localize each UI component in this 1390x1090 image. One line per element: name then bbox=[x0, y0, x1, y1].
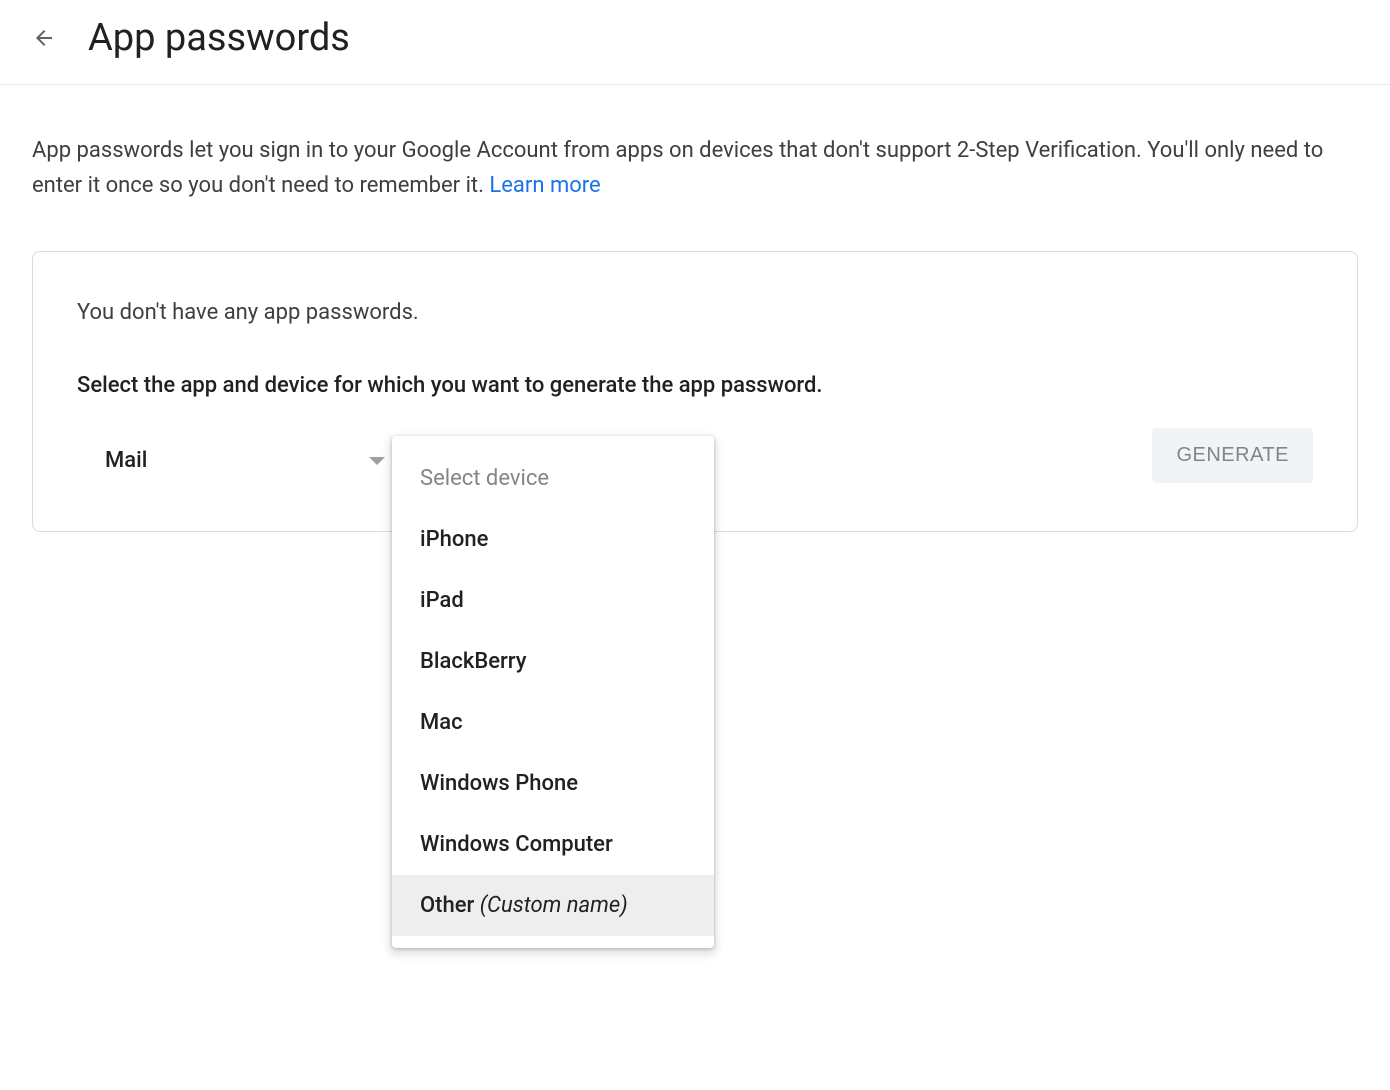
device-option[interactable]: BlackBerry bbox=[392, 631, 714, 692]
device-option-label: Windows Computer bbox=[420, 832, 613, 857]
page-title: App passwords bbox=[88, 16, 350, 60]
device-option[interactable]: Windows Phone bbox=[392, 753, 714, 814]
device-option-label: iPhone bbox=[420, 527, 488, 552]
back-arrow-icon[interactable] bbox=[32, 26, 56, 50]
description-body: App passwords let you sign in to your Go… bbox=[32, 138, 1323, 198]
app-select-value: Mail bbox=[105, 448, 147, 473]
description-text: App passwords let you sign in to your Go… bbox=[32, 133, 1358, 203]
device-option-suffix: (Custom name) bbox=[480, 893, 628, 918]
chevron-down-icon bbox=[369, 457, 385, 465]
no-passwords-text: You don't have any app passwords. bbox=[77, 300, 1313, 325]
device-dropdown-placeholder: Select device bbox=[392, 448, 714, 509]
device-option[interactable]: Other (Custom name) bbox=[392, 875, 714, 936]
device-option[interactable]: iPad bbox=[392, 570, 714, 631]
device-option-label: BlackBerry bbox=[420, 649, 527, 674]
device-option[interactable]: Mac bbox=[392, 692, 714, 753]
device-option-label: Mac bbox=[420, 710, 463, 735]
device-option-label: iPad bbox=[420, 588, 464, 613]
page-header: App passwords bbox=[0, 0, 1390, 85]
device-option[interactable]: iPhone bbox=[392, 509, 714, 570]
learn-more-link[interactable]: Learn more bbox=[489, 173, 600, 198]
select-app-dropdown[interactable]: Mail bbox=[105, 438, 385, 483]
select-device-dropdown-menu: Select device iPhone iPad BlackBerry Mac Win… bbox=[392, 436, 714, 948]
device-option[interactable]: Windows Computer bbox=[392, 814, 714, 875]
instruction-text: Select the app and device for which you … bbox=[77, 373, 1313, 398]
device-option-label: Other bbox=[420, 893, 480, 918]
generate-button[interactable]: GENERATE bbox=[1152, 428, 1313, 483]
device-option-label: Windows Phone bbox=[420, 771, 578, 796]
